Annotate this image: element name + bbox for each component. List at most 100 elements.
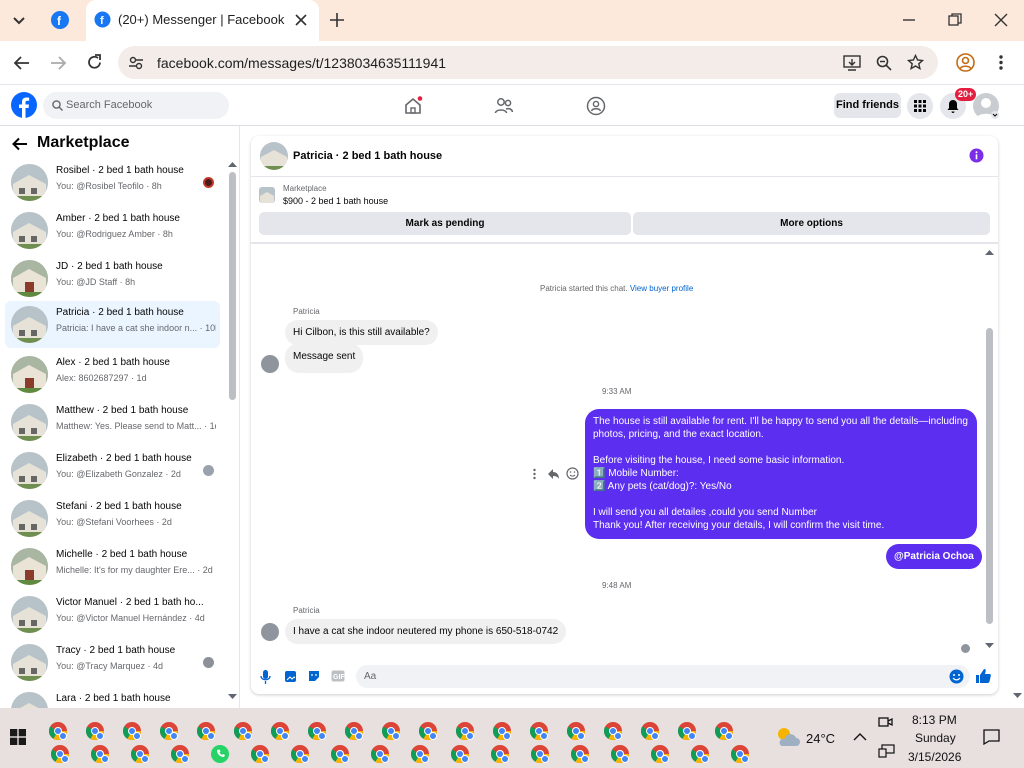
scroll-up-icon[interactable] xyxy=(985,249,994,255)
profile-icon[interactable] xyxy=(956,53,975,72)
chevron-up-icon[interactable] xyxy=(853,732,867,741)
chrome-icon[interactable] xyxy=(344,721,364,741)
chrome-icon[interactable] xyxy=(270,721,290,741)
mark-as-pending-button[interactable]: Mark as pending xyxy=(259,212,631,235)
emoji-icon[interactable] xyxy=(949,669,964,684)
chrome-icon[interactable] xyxy=(455,721,475,741)
scroll-down-icon[interactable] xyxy=(228,694,237,700)
incoming-message[interactable]: Hi Cilbon, is this still available? xyxy=(285,320,438,345)
sender-avatar[interactable] xyxy=(261,623,279,641)
chrome-icon[interactable] xyxy=(566,721,586,741)
info-icon[interactable] xyxy=(969,148,984,163)
chrome-icon[interactable] xyxy=(50,744,70,764)
chrome-icon[interactable] xyxy=(170,744,190,764)
chrome-icon[interactable] xyxy=(650,744,670,764)
weather-temperature[interactable]: 24°C xyxy=(806,731,835,746)
conversation-item-active[interactable]: Patricia · 2 bed 1 bath house Patricia: … xyxy=(5,301,220,348)
network-icon[interactable] xyxy=(878,744,895,758)
reply-icon[interactable] xyxy=(547,468,560,480)
chrome-icon[interactable] xyxy=(290,744,310,764)
chrome-icon[interactable] xyxy=(48,721,68,741)
nav-friends[interactable] xyxy=(494,96,514,116)
chrome-icon[interactable] xyxy=(418,721,438,741)
message-input[interactable]: Aa xyxy=(356,665,970,688)
forward-icon[interactable] xyxy=(49,55,67,71)
conversation-item[interactable]: Amber · 2 bed 1 bath house You: @Rodrigu… xyxy=(5,207,220,254)
minimize-icon[interactable] xyxy=(902,13,916,27)
chrome-icon[interactable] xyxy=(410,744,430,764)
chrome-icon[interactable] xyxy=(530,744,550,764)
microphone-icon[interactable] xyxy=(260,670,271,684)
sidebar-scrollbar[interactable] xyxy=(229,172,236,400)
conversation-item[interactable]: Lara · 2 bed 1 bath house xyxy=(5,687,220,708)
chrome-icon[interactable] xyxy=(233,721,253,741)
scroll-up-icon[interactable] xyxy=(228,161,237,167)
chat-avatar[interactable] xyxy=(260,142,288,170)
view-buyer-profile-link[interactable]: View buyer profile xyxy=(630,284,693,293)
zoom-icon[interactable] xyxy=(876,55,892,71)
clock-date[interactable]: 3/15/2026 xyxy=(908,750,961,764)
chrome-icon[interactable] xyxy=(122,721,142,741)
site-info-icon[interactable] xyxy=(127,54,145,72)
chrome-icon[interactable] xyxy=(610,744,630,764)
chrome-icon[interactable] xyxy=(250,744,270,764)
listing-price[interactable]: $900 - 2 bed 1 bath house xyxy=(283,196,388,206)
conversation-item[interactable]: Rosibel · 2 bed 1 bath house You: @Rosib… xyxy=(5,159,220,206)
chrome-icon[interactable] xyxy=(450,744,470,764)
incoming-message[interactable]: Message sent xyxy=(285,343,364,373)
chrome-icon[interactable] xyxy=(677,721,697,741)
mention-message[interactable]: @Patricia Ochoa xyxy=(886,544,982,569)
nav-home[interactable] xyxy=(403,96,423,116)
nav-groups[interactable] xyxy=(586,96,606,116)
new-tab-icon[interactable] xyxy=(329,12,345,28)
chat-scrollbar[interactable] xyxy=(986,328,993,624)
chrome-icon[interactable] xyxy=(492,721,512,741)
conversation-item[interactable]: Alex · 2 bed 1 bath house Alex: 86026872… xyxy=(5,351,220,398)
chrome-icon[interactable] xyxy=(370,744,390,764)
conversation-item[interactable]: Matthew · 2 bed 1 bath house Matthew: Ye… xyxy=(5,399,220,446)
reload-icon[interactable] xyxy=(86,54,103,71)
clock-time[interactable]: 8:13 PM xyxy=(912,713,957,727)
restore-icon[interactable] xyxy=(948,13,962,27)
chrome-icon[interactable] xyxy=(690,744,710,764)
chevron-down-icon[interactable] xyxy=(991,111,999,119)
chrome-icon[interactable] xyxy=(730,744,750,764)
chrome-icon[interactable] xyxy=(90,744,110,764)
chrome-icon[interactable] xyxy=(640,721,660,741)
photo-icon[interactable] xyxy=(283,669,297,683)
chrome-icon[interactable] xyxy=(330,744,350,764)
chat-title[interactable]: Patricia · 2 bed 1 bath house xyxy=(293,150,442,162)
weather-icon[interactable] xyxy=(774,725,801,748)
outgoing-message[interactable]: The house is still available for rent. I… xyxy=(585,409,977,539)
more-options-button[interactable]: More options xyxy=(633,212,990,235)
conversation-item[interactable]: Michelle · 2 bed 1 bath house Michelle: … xyxy=(5,543,220,590)
url-text[interactable]: facebook.com/messages/t/1238034635111941 xyxy=(157,55,446,71)
like-icon[interactable] xyxy=(975,668,991,684)
chrome-icon[interactable] xyxy=(714,721,734,741)
install-app-icon[interactable] xyxy=(843,54,861,71)
scroll-down-icon[interactable] xyxy=(985,643,994,649)
listing-thumbnail[interactable] xyxy=(259,187,275,203)
conversation-item[interactable]: Tracy · 2 bed 1 bath house You: @Tracy M… xyxy=(5,639,220,686)
active-tab[interactable]: f (20+) Messenger | Facebook xyxy=(86,0,319,41)
conversation-item[interactable]: JD · 2 bed 1 bath house You: @JD Staff ·… xyxy=(5,255,220,302)
tab-search-button[interactable] xyxy=(8,9,30,31)
facebook-logo-icon[interactable] xyxy=(11,92,37,118)
camera-icon[interactable] xyxy=(878,715,893,729)
menu-button[interactable] xyxy=(907,93,933,119)
pinned-tab-facebook[interactable]: f xyxy=(50,10,70,30)
more-vert-icon[interactable] xyxy=(998,54,1004,71)
facebook-search-input[interactable]: Search Facebook xyxy=(43,92,229,119)
chrome-icon[interactable] xyxy=(196,721,216,741)
sticker-icon[interactable] xyxy=(307,669,321,683)
chrome-icon[interactable] xyxy=(381,721,401,741)
chrome-icon[interactable] xyxy=(490,744,510,764)
page-scroll-down-icon[interactable] xyxy=(1013,693,1022,699)
incoming-message[interactable]: I have a cat she indoor neutered my phon… xyxy=(285,619,567,644)
chrome-icon[interactable] xyxy=(570,744,590,764)
chrome-icon[interactable] xyxy=(130,744,150,764)
chrome-icon[interactable] xyxy=(159,721,179,741)
chrome-icon[interactable] xyxy=(307,721,327,741)
whatsapp-icon[interactable] xyxy=(210,744,230,764)
emoji-react-icon[interactable] xyxy=(566,467,579,480)
